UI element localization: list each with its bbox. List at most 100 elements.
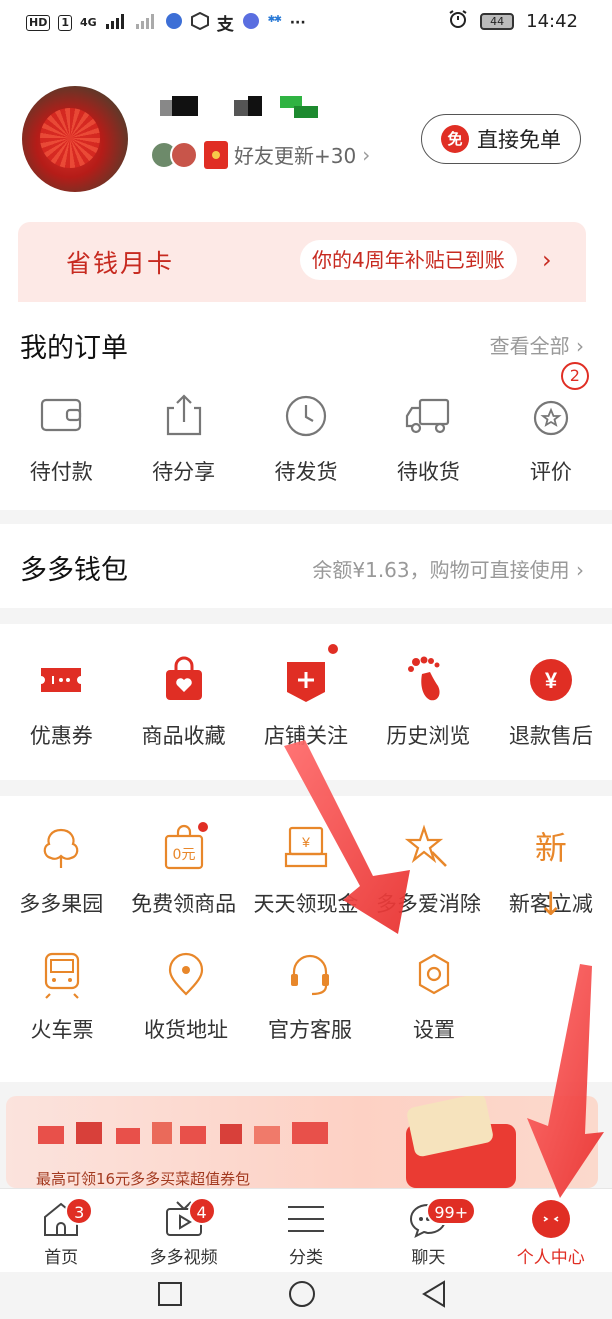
red-packet-icon <box>204 140 228 169</box>
free-goods-entry[interactable]: 0元 免费领商品 <box>122 820 244 918</box>
status-right: 44 14:42 <box>448 9 578 34</box>
screen: HD 1 4G 支 ᕯ ··· 44 14:42 好友更新+30 › 免 直接免… <box>0 0 612 1319</box>
gear-icon <box>406 946 462 1002</box>
chevron-right-icon: › <box>542 246 552 274</box>
free-badge-icon: 免 <box>441 125 469 153</box>
daily-cash-entry[interactable]: ¥ 天天领现金 <box>245 820 367 918</box>
tab-home[interactable]: 3 首页 <box>0 1189 122 1272</box>
order-pending-shipment[interactable]: 待发货 <box>245 388 367 486</box>
history-entry[interactable]: 历史浏览 <box>367 652 489 750</box>
profile-header: 好友更新+30 › 免 直接免单 省钱月卡 你的4周年补贴已到账 › <box>0 44 612 302</box>
quick-label: 店铺关注 <box>264 724 349 748</box>
customer-service-entry[interactable]: 官方客服 <box>248 946 372 1044</box>
order-label: 待付款 <box>29 460 93 484</box>
view-all-label: 查看全部 <box>489 334 570 358</box>
service-label: 官方客服 <box>268 1018 352 1042</box>
home-badge: 3 <box>65 1197 94 1225</box>
service-label: 免费领商品 <box>131 892 237 916</box>
chevron-right-icon: › <box>576 558 584 582</box>
tab-label: 多多视频 <box>149 1248 218 1268</box>
new-dot <box>326 642 341 656</box>
truck-icon <box>400 388 456 444</box>
friend-avatar-2 <box>170 140 198 169</box>
refund-entry[interactable]: ¥ 退款售后 <box>490 652 612 750</box>
tab-chat[interactable]: 99+ 聊天 <box>367 1189 489 1272</box>
view-all-orders-link[interactable]: 查看全部 › <box>490 330 584 359</box>
order-label: 待收货 <box>396 460 460 484</box>
category-icon <box>284 1199 328 1239</box>
coupons-entry[interactable]: 优惠券 <box>0 652 122 750</box>
chat-icon: 99+ <box>406 1197 477 1239</box>
review-icon: 2 <box>523 362 589 444</box>
followed-shops-entry[interactable]: 店铺关注 <box>245 642 367 750</box>
cash-icon: ¥ <box>278 820 334 876</box>
service-label: 收货地址 <box>144 1018 228 1042</box>
app-icon-4: ᕯ <box>267 12 282 33</box>
order-pending-payment[interactable]: 待付款 <box>0 388 122 486</box>
tree-icon <box>33 820 89 876</box>
tab-category[interactable]: 分类 <box>245 1189 367 1272</box>
recent-apps-button[interactable] <box>158 1282 182 1306</box>
friend-update-text: 好友更新+30 <box>234 144 357 168</box>
train-tickets-entry[interactable]: 火车票 <box>0 946 124 1044</box>
home-button[interactable] <box>289 1281 315 1307</box>
free-goods-icon: 0元 <box>156 820 212 876</box>
wallet-balance: 余额¥1.63，购物可直接使用 › <box>312 554 584 583</box>
svg-text:¥: ¥ <box>301 834 310 850</box>
train-icon <box>34 946 90 1002</box>
order-pending-receipt[interactable]: 待收货 <box>367 388 489 486</box>
wallet-icon <box>33 388 89 444</box>
settings-entry[interactable]: 设置 <box>372 946 496 1044</box>
tab-label: 聊天 <box>411 1248 446 1268</box>
friend-updates[interactable]: 好友更新+30 › <box>150 140 370 169</box>
new-customer-icon: 新↓ <box>534 829 567 923</box>
svg-text:¥: ¥ <box>545 668 558 693</box>
tab-label: 首页 <box>44 1248 79 1268</box>
order-label: 评价 <box>529 460 572 484</box>
services-row-1: 多多果园 0元 免费领商品 ¥ 天天领现金 多多爱消除 新↓ 新客立减 <box>0 820 612 923</box>
tab-profile[interactable]: 个人中心 <box>490 1189 612 1272</box>
elimination-game-entry[interactable]: 多多爱消除 <box>367 820 489 918</box>
order-pending-share[interactable]: 待分享 <box>122 388 244 486</box>
wallet-section[interactable]: 多多钱包 余额¥1.63，购物可直接使用 › <box>0 524 612 608</box>
address-entry[interactable]: 收货地址 <box>124 946 248 1044</box>
status-left: HD 1 4G 支 ᕯ ··· <box>26 10 306 35</box>
back-button[interactable] <box>422 1280 445 1308</box>
network-label: 4G <box>80 16 97 29</box>
hd-badge: HD <box>26 14 51 31</box>
tab-video[interactable]: 4 多多视频 <box>122 1189 244 1272</box>
avatar[interactable] <box>22 86 128 192</box>
quick-label: 退款售后 <box>508 724 593 748</box>
money-saving-card[interactable]: 省钱月卡 你的4周年补贴已到账 › <box>18 222 586 302</box>
clock-time: 14:42 <box>526 11 578 32</box>
new-customer-discount-entry[interactable]: 新↓ 新客立减 <box>490 820 612 923</box>
app-icon-1 <box>165 12 183 34</box>
video-icon: 4 <box>162 1197 216 1239</box>
tab-label: 分类 <box>288 1248 323 1268</box>
chat-badge: 99+ <box>426 1197 477 1225</box>
favorites-entry[interactable]: 商品收藏 <box>122 652 244 750</box>
alipay-icon: 支 <box>216 15 234 35</box>
location-icon <box>158 946 214 1002</box>
free-order-label: 直接免单 <box>477 128 561 152</box>
new-dot <box>195 820 210 834</box>
promo-banner[interactable]: 最高可领16元多多买菜超值券包 <box>6 1096 598 1188</box>
status-bar: HD 1 4G 支 ᕯ ··· 44 14:42 <box>0 0 612 44</box>
wallet-title: 多多钱包 <box>20 555 128 586</box>
bottom-tab-bar: 3 首页 4 多多视频 分类 99+ 聊天 个人中心 <box>0 1188 612 1272</box>
orchard-entry[interactable]: 多多果园 <box>0 820 122 918</box>
free-order-button[interactable]: 免 直接免单 <box>421 114 581 164</box>
order-label: 待发货 <box>274 460 338 484</box>
share-icon <box>156 388 212 444</box>
username-redacted <box>160 96 320 120</box>
order-review[interactable]: 2 评价 <box>490 362 612 486</box>
battery-icon: 44 <box>480 13 515 30</box>
profile-icon <box>529 1199 573 1239</box>
svg-text:0元: 0元 <box>172 847 195 863</box>
star-wand-icon <box>400 820 456 876</box>
wallet-balance-text: 余额¥1.63，购物可直接使用 <box>312 558 570 582</box>
quick-label: 历史浏览 <box>386 724 471 748</box>
system-nav-bar <box>0 1272 612 1319</box>
services-section: 多多果园 0元 免费领商品 ¥ 天天领现金 多多爱消除 新↓ 新客立减 火车票 … <box>0 796 612 1082</box>
orders-title: 我的订单 <box>20 333 128 364</box>
